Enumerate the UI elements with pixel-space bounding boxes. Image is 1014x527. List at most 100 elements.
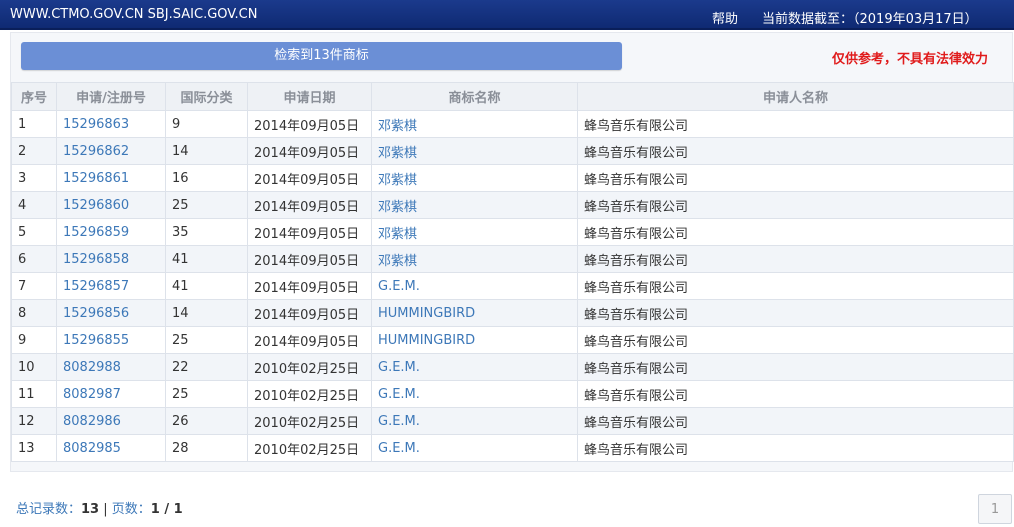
application-date: 2014年09月05日: [247, 326, 372, 354]
top-banner: WWW.CTMO.GOV.CN SBJ.SAIC.GOV.CN 帮助 当前数据截…: [0, 0, 1014, 30]
applicant-name: 蜂鸟音乐有限公司: [577, 137, 1014, 165]
registration-number-link[interactable]: 15296863: [56, 110, 166, 138]
application-date: 2014年09月05日: [247, 164, 372, 192]
trademark-name-link[interactable]: G.E.M.: [371, 434, 578, 462]
total-records-label: 总记录数：: [16, 502, 82, 517]
column-header-class: 国际分类: [165, 82, 248, 111]
row-number: 9: [11, 326, 57, 354]
page-count-label: 页数：: [111, 502, 151, 517]
help-link[interactable]: 帮助: [712, 8, 738, 27]
row-number: 8: [11, 299, 57, 327]
page-1-button[interactable]: 1: [978, 494, 1012, 524]
international-class: 25: [165, 380, 248, 408]
page-count-value: 1 / 1: [150, 502, 183, 517]
applicant-name: 蜂鸟音乐有限公司: [577, 434, 1014, 462]
registration-number-link[interactable]: 15296857: [56, 272, 166, 300]
trademark-name-link[interactable]: G.E.M.: [371, 272, 578, 300]
international-class: 16: [165, 164, 248, 192]
row-number: 11: [11, 380, 57, 408]
row-number: 3: [11, 164, 57, 192]
trademark-name-link[interactable]: 邓紫棋: [371, 245, 578, 273]
table-row: 11 8082987 25 2010年02月25日 G.E.M. 蜂鸟音乐有限公…: [11, 380, 1014, 408]
application-date: 2014年09月05日: [247, 218, 372, 246]
registration-number-link[interactable]: 8082986: [56, 407, 166, 435]
application-date: 2010年02月25日: [247, 380, 372, 408]
table-row: 3 15296861 16 2014年09月05日 邓紫棋 蜂鸟音乐有限公司: [11, 164, 1014, 192]
trademark-name-link[interactable]: HUMMINGBIRD: [371, 299, 578, 327]
table-row: 8 15296856 14 2014年09月05日 HUMMINGBIRD 蜂鸟…: [11, 299, 1014, 327]
trademark-name-link[interactable]: 邓紫棋: [371, 137, 578, 165]
row-number: 4: [11, 191, 57, 219]
registration-number-link[interactable]: 15296855: [56, 326, 166, 354]
column-header-date: 申请日期: [247, 82, 372, 111]
row-number: 1: [11, 110, 57, 138]
registration-number-link[interactable]: 15296858: [56, 245, 166, 273]
international-class: 14: [165, 137, 248, 165]
applicant-name: 蜂鸟音乐有限公司: [577, 407, 1014, 435]
table-row: 13 8082985 28 2010年02月25日 G.E.M. 蜂鸟音乐有限公…: [11, 434, 1014, 462]
registration-number-link[interactable]: 8082988: [56, 353, 166, 381]
international-class: 41: [165, 245, 248, 273]
application-date: 2014年09月05日: [247, 245, 372, 273]
trademark-name-link[interactable]: 邓紫棋: [371, 164, 578, 192]
registration-number-link[interactable]: 15296862: [56, 137, 166, 165]
trademark-name-link[interactable]: G.E.M.: [371, 380, 578, 408]
application-date: 2010年02月25日: [247, 407, 372, 435]
trademark-results-table: 序号 申请/注册号 国际分类 申请日期 商标名称 申请人名称 1 1529686…: [11, 82, 1014, 462]
registration-number-link[interactable]: 8082985: [56, 434, 166, 462]
table-row: 5 15296859 35 2014年09月05日 邓紫棋 蜂鸟音乐有限公司: [11, 218, 1014, 246]
applicant-name: 蜂鸟音乐有限公司: [577, 380, 1014, 408]
registration-number-link[interactable]: 15296859: [56, 218, 166, 246]
table-row: 2 15296862 14 2014年09月05日 邓紫棋 蜂鸟音乐有限公司: [11, 137, 1014, 165]
table-row: 1 15296863 9 2014年09月05日 邓紫棋 蜂鸟音乐有限公司: [11, 110, 1014, 138]
applicant-name: 蜂鸟音乐有限公司: [577, 218, 1014, 246]
international-class: 25: [165, 326, 248, 354]
application-date: 2014年09月05日: [247, 110, 372, 138]
row-number: 10: [11, 353, 57, 381]
trademark-name-link[interactable]: 邓紫棋: [371, 110, 578, 138]
row-number: 12: [11, 407, 57, 435]
site-domains: WWW.CTMO.GOV.CN SBJ.SAIC.GOV.CN: [10, 7, 258, 22]
total-records-value: 13: [81, 502, 100, 517]
applicant-name: 蜂鸟音乐有限公司: [577, 164, 1014, 192]
international-class: 22: [165, 353, 248, 381]
table-row: 12 8082986 26 2010年02月25日 G.E.M. 蜂鸟音乐有限公…: [11, 407, 1014, 435]
trademark-name-link[interactable]: 邓紫棋: [371, 218, 578, 246]
trademark-name-link[interactable]: G.E.M.: [371, 407, 578, 435]
legal-disclaimer: 仅供参考，不具有法律效力: [832, 52, 989, 67]
trademark-name-link[interactable]: G.E.M.: [371, 353, 578, 381]
registration-number-link[interactable]: 15296860: [56, 191, 166, 219]
application-date: 2014年09月05日: [247, 299, 372, 327]
column-header-applicant: 申请人名称: [577, 82, 1014, 111]
search-result-count: 检索到13件商标: [21, 42, 622, 70]
registration-number-link[interactable]: 8082987: [56, 380, 166, 408]
trademark-name-link[interactable]: HUMMINGBIRD: [371, 326, 578, 354]
applicant-name: 蜂鸟音乐有限公司: [577, 191, 1014, 219]
row-number: 6: [11, 245, 57, 273]
applicant-name: 蜂鸟音乐有限公司: [577, 299, 1014, 327]
registration-number-link[interactable]: 15296856: [56, 299, 166, 327]
summary-separator: |: [103, 502, 108, 517]
table-row: 7 15296857 41 2014年09月05日 G.E.M. 蜂鸟音乐有限公…: [11, 272, 1014, 300]
applicant-name: 蜂鸟音乐有限公司: [577, 272, 1014, 300]
international-class: 26: [165, 407, 248, 435]
column-header-mark: 商标名称: [371, 82, 578, 111]
applicant-name: 蜂鸟音乐有限公司: [577, 110, 1014, 138]
international-class: 25: [165, 191, 248, 219]
table-row: 9 15296855 25 2014年09月05日 HUMMINGBIRD 蜂鸟…: [11, 326, 1014, 354]
trademark-name-link[interactable]: 邓紫棋: [371, 191, 578, 219]
applicant-name: 蜂鸟音乐有限公司: [577, 326, 1014, 354]
row-number: 7: [11, 272, 57, 300]
table-row: 6 15296858 41 2014年09月05日 邓紫棋 蜂鸟音乐有限公司: [11, 245, 1014, 273]
application-date: 2010年02月25日: [247, 353, 372, 381]
international-class: 9: [165, 110, 248, 138]
table-header-row: 序号 申请/注册号 国际分类 申请日期 商标名称 申请人名称: [11, 82, 1014, 111]
application-date: 2014年09月05日: [247, 191, 372, 219]
data-cutoff-date: 当前数据截至：（2019年03月17日）: [762, 12, 978, 27]
row-number: 2: [11, 137, 57, 165]
table-row: 4 15296860 25 2014年09月05日 邓紫棋 蜂鸟音乐有限公司: [11, 191, 1014, 219]
international-class: 14: [165, 299, 248, 327]
international-class: 35: [165, 218, 248, 246]
registration-number-link[interactable]: 15296861: [56, 164, 166, 192]
applicant-name: 蜂鸟音乐有限公司: [577, 245, 1014, 273]
